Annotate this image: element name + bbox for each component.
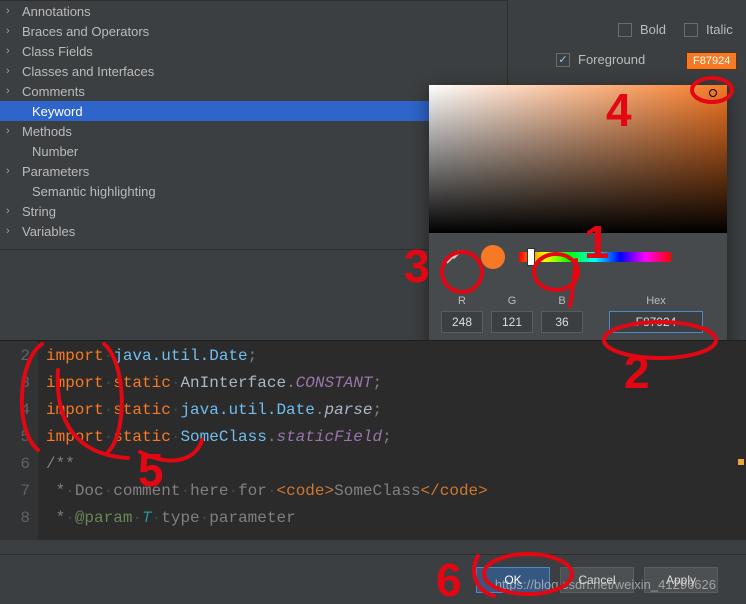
- tree-item-label: String: [18, 204, 56, 219]
- bold-label: Bold: [640, 22, 666, 37]
- italic-option[interactable]: Italic: [684, 22, 733, 37]
- chevron-right-icon: ›: [6, 45, 18, 57]
- chevron-right-icon: ›: [6, 225, 18, 237]
- chevron-right-icon: ›: [6, 65, 18, 77]
- sv-handle[interactable]: [709, 89, 717, 97]
- eyedropper-icon: [444, 248, 462, 266]
- tree-item[interactable]: ›Class Fields: [0, 41, 507, 61]
- tree-item-label: Number: [18, 144, 78, 159]
- chevron-right-icon: ›: [6, 25, 18, 37]
- foreground-option[interactable]: Foreground: [556, 52, 645, 67]
- tree-item-label: Variables: [18, 224, 75, 239]
- eyedropper-button[interactable]: [439, 243, 467, 271]
- tree-item-label: Methods: [18, 124, 72, 139]
- tree-item[interactable]: ›Annotations: [0, 1, 507, 21]
- color-picker: R G B Hex: [429, 85, 727, 365]
- tree-item-label: Classes and Interfaces: [18, 64, 154, 79]
- chevron-right-icon: ›: [6, 85, 18, 97]
- apply-button[interactable]: Apply: [644, 567, 718, 593]
- current-color-swatch: [481, 245, 505, 269]
- chevron-right-icon: ›: [6, 125, 18, 137]
- hue-slider[interactable]: [519, 252, 671, 262]
- r-input[interactable]: [441, 311, 483, 333]
- checkbox-icon[interactable]: [556, 53, 570, 67]
- ok-button[interactable]: OK: [476, 567, 550, 593]
- saturation-value-field[interactable]: [429, 85, 727, 233]
- tree-item-label: Keyword: [18, 104, 83, 119]
- line-gutter: 2345678: [0, 341, 38, 540]
- hue-handle[interactable]: [527, 248, 535, 266]
- foreground-label: Foreground: [578, 52, 645, 67]
- g-input[interactable]: [491, 311, 533, 333]
- tree-item-label: Parameters: [18, 164, 89, 179]
- tree-item-label: Class Fields: [18, 44, 93, 59]
- r-label: R: [458, 295, 466, 307]
- hex-label: Hex: [646, 295, 666, 307]
- tree-item[interactable]: ›Braces and Operators: [0, 21, 507, 41]
- code-area: import·java.util.Date;import·static·AnIn…: [46, 343, 488, 532]
- chevron-right-icon: ›: [6, 205, 18, 217]
- b-label: B: [558, 295, 565, 307]
- code-preview: 2345678 import·java.util.Date;import·sta…: [0, 340, 746, 540]
- italic-label: Italic: [706, 22, 733, 37]
- tree-item[interactable]: ›Classes and Interfaces: [0, 61, 507, 81]
- chevron-right-icon: ›: [6, 165, 18, 177]
- checkbox-icon[interactable]: [684, 23, 698, 37]
- tree-item-label: Comments: [18, 84, 85, 99]
- g-label: G: [508, 295, 517, 307]
- tree-item-label: Braces and Operators: [18, 24, 149, 39]
- cancel-button[interactable]: Cancel: [560, 567, 634, 593]
- foreground-color-badge[interactable]: F87924: [686, 52, 737, 70]
- tree-item-label: Semantic highlighting: [18, 184, 156, 199]
- b-input[interactable]: [541, 311, 583, 333]
- bold-option[interactable]: Bold: [618, 22, 666, 37]
- chevron-right-icon: ›: [6, 5, 18, 17]
- tree-item-label: Annotations: [18, 4, 91, 19]
- hex-input[interactable]: [609, 311, 703, 333]
- warning-stripe-icon: [738, 459, 744, 465]
- checkbox-icon[interactable]: [618, 23, 632, 37]
